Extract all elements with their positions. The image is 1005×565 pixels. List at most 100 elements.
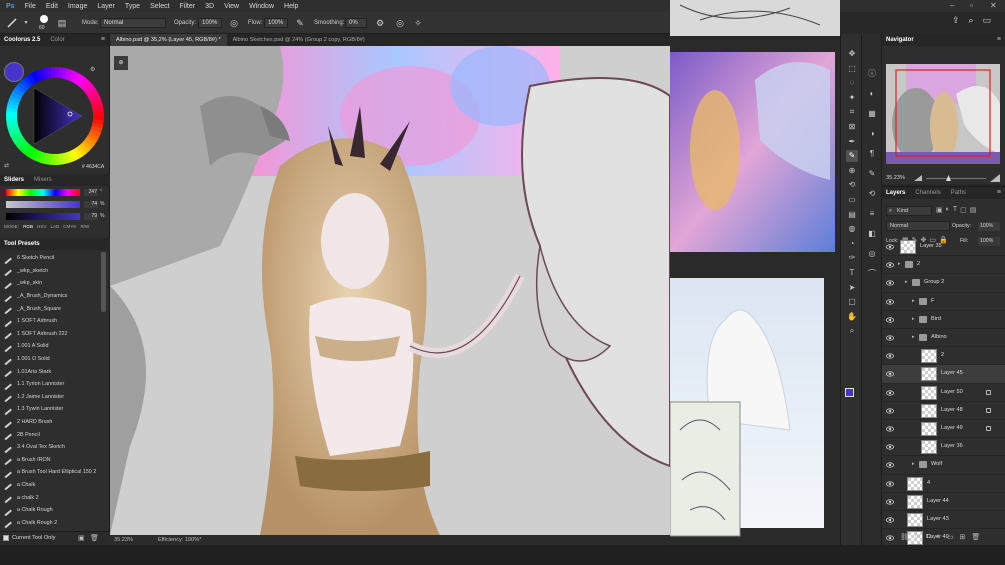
hand-tool-icon[interactable]: ✋ (846, 311, 858, 323)
opacity-field[interactable]: 100% (198, 18, 222, 28)
new-layer-icon[interactable]: ⊞ (959, 533, 965, 541)
brightness-value[interactable]: 79 (84, 213, 98, 220)
layer-group-row[interactable]: ▸ Wolf (882, 456, 1005, 475)
mask-icon[interactable]: ◘ (926, 533, 930, 541)
visibility-eye-icon[interactable] (886, 407, 894, 415)
preset-item[interactable]: a Brush Tool Hard Elliptical 150 2 (0, 466, 110, 479)
zoom-tool-icon[interactable]: ⌕ (846, 325, 858, 337)
link-layers-icon[interactable]: ⛓ (900, 533, 909, 541)
history-icon[interactable]: ⟲ (866, 188, 878, 200)
tab-mixers[interactable]: Mixers (34, 177, 52, 183)
menu-help[interactable]: Help (284, 3, 298, 10)
zoom-level[interactable]: 35.23% (114, 537, 133, 543)
smart-filter-icon[interactable]: ▤ (970, 206, 977, 216)
layer-row[interactable]: 2 (882, 347, 1005, 366)
canvas[interactable]: ⊕ (110, 46, 670, 535)
zoom-slider[interactable] (926, 178, 986, 179)
visibility-eye-icon[interactable] (886, 480, 894, 488)
layers-menu-icon[interactable]: ≡ (997, 189, 1001, 196)
visibility-eye-icon[interactable] (886, 298, 894, 306)
brush-tool-icon[interactable] (6, 17, 18, 29)
fx-icon[interactable]: fx (915, 533, 920, 541)
menu-window[interactable]: Window (249, 3, 274, 10)
preset-item[interactable]: a Chalk Rough 2 (0, 516, 110, 529)
delete-layer-icon[interactable]: 🗑 (971, 533, 980, 541)
visibility-eye-icon[interactable] (886, 425, 894, 433)
current-tool-only-checkbox[interactable] (3, 535, 9, 541)
minimize-icon[interactable]: – (950, 1, 954, 10)
shape-filter-icon[interactable]: ▢ (960, 206, 967, 216)
canvas-badge-icon[interactable]: ⊕ (114, 56, 128, 70)
quick-select-tool-icon[interactable]: ✦ (846, 92, 858, 104)
layer-group-row[interactable]: ▸ Albino (882, 329, 1005, 348)
layer-row[interactable]: Layer 35 (882, 238, 1005, 257)
layer-row[interactable]: Layer 43 (882, 511, 1005, 530)
preset-item[interactable]: a Chalk Rough (0, 504, 110, 517)
tab-channels[interactable]: Channels (915, 190, 940, 196)
menu-filter[interactable]: Filter (180, 3, 196, 10)
tab-coolorus[interactable]: Coolorus 2.5 (4, 37, 40, 43)
expand-chevron-icon[interactable]: ▸ (912, 334, 915, 340)
visibility-eye-icon[interactable] (886, 461, 894, 469)
pressure-opacity-icon[interactable]: ◎ (228, 17, 240, 29)
visibility-eye-icon[interactable] (886, 316, 894, 324)
preset-item[interactable]: a Chalk (0, 479, 110, 492)
zoom-in-icon[interactable] (990, 174, 1000, 182)
layer-row[interactable]: Layer 36 (882, 438, 1005, 457)
move-tool-icon[interactable]: ✥ (846, 48, 858, 60)
clone-stamp-tool-icon[interactable]: ⊕ (846, 165, 858, 177)
presets-scrollbar[interactable] (101, 252, 106, 312)
layer-row[interactable]: Layer 50 (882, 384, 1005, 402)
preset-item[interactable]: 3.4 Oval Tex Sketch (0, 441, 110, 454)
gear-icon[interactable]: ⚙ (374, 17, 386, 29)
pixel-filter-icon[interactable]: ▣ (936, 206, 943, 216)
preset-item[interactable]: 1 SOFT Airbrush 222 (0, 328, 110, 341)
kind-filter[interactable]: ⌕ Kind (886, 206, 932, 216)
preset-item[interactable]: 1 SOFT Airbrush (0, 315, 110, 328)
preset-item[interactable]: 1.01Aria Stark (0, 365, 110, 378)
visibility-eye-icon[interactable] (886, 334, 894, 342)
tab-paths[interactable]: Paths (951, 190, 966, 196)
efficiency[interactable]: Efficiency: 100%* (158, 537, 201, 543)
preset-item[interactable]: 1.001 A Solid (0, 340, 110, 353)
layer-group-row[interactable]: ▸ 2 (882, 256, 1005, 275)
close-icon[interactable]: ✕ (990, 1, 997, 10)
new-preset-icon[interactable]: ▣ (78, 534, 85, 542)
visibility-eye-icon[interactable] (886, 279, 894, 287)
visibility-eye-icon[interactable] (886, 243, 894, 251)
tab-albino-sketches[interactable]: Albino Sketches.psd @ 24% (Group 2 copy,… (227, 34, 371, 46)
mode-rgb[interactable]: RGB (23, 224, 33, 229)
layer-row[interactable]: Layer 48 (882, 402, 1005, 420)
tool-presets-title[interactable]: Tool Presets (4, 241, 40, 247)
menu-3d[interactable]: 3D (205, 3, 214, 10)
saturation-slider[interactable]: 74 % (4, 201, 108, 208)
trash-icon[interactable]: 🗑 (90, 534, 99, 542)
foreground-color-swatch[interactable] (845, 388, 854, 397)
layer-group-row[interactable]: ▸ Bird (882, 311, 1005, 329)
layer-row[interactable]: Layer 44 (882, 493, 1005, 511)
adjustments-icon[interactable]: ◑ (866, 128, 878, 140)
layer-row[interactable]: Layer 49 (882, 420, 1005, 439)
preset-item[interactable]: _A_Brush_Dynamics (0, 290, 110, 303)
tab-color[interactable]: Color (50, 37, 64, 43)
preset-item[interactable]: 1.1 Tyrion Lannister (0, 378, 110, 391)
zoom-out-icon[interactable] (914, 175, 922, 181)
share-icon[interactable]: ⇪ (952, 15, 960, 26)
preset-item[interactable]: 1.2 Jaime Lannister (0, 391, 110, 404)
marquee-tool-icon[interactable]: ⬚ (846, 63, 858, 75)
navigator-zoom[interactable]: 35.23% (886, 175, 905, 181)
mode-lab[interactable]: LAB (50, 224, 59, 229)
preset-item[interactable]: 1.001 O Solid (0, 353, 110, 366)
zoom-slider-handle[interactable] (946, 175, 951, 181)
pen-tool-icon[interactable]: ✑ (846, 252, 858, 264)
visibility-eye-icon[interactable] (886, 498, 894, 506)
brush-preview-icon[interactable] (40, 15, 48, 23)
airbrush-icon[interactable]: ✎ (294, 17, 306, 29)
visibility-eye-icon[interactable] (886, 352, 894, 360)
visibility-eye-icon[interactable] (886, 370, 894, 378)
menu-image[interactable]: Image (68, 3, 87, 10)
panel-menu-icon[interactable]: ≡ (101, 36, 105, 43)
brightness-track[interactable] (6, 213, 80, 220)
navigator-title[interactable]: Navigator (886, 37, 914, 43)
new-group-icon[interactable]: ▭ (947, 533, 954, 541)
